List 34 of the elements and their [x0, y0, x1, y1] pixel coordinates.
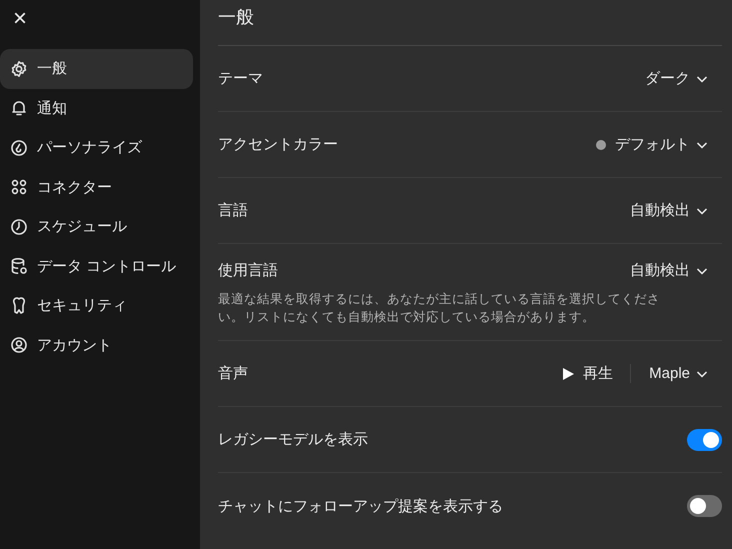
sidebar-item[interactable]: アカウント — [0, 326, 193, 365]
sidebar-item[interactable]: データ コントロール — [0, 246, 193, 286]
setting-label: 使用言語 — [218, 261, 278, 280]
clock-icon — [10, 138, 28, 157]
play-icon — [562, 366, 576, 380]
sidebar-item[interactable]: コネクター — [0, 168, 193, 207]
user-icon — [10, 336, 28, 354]
toggle-switch[interactable] — [687, 428, 722, 450]
sidebar-item[interactable]: パーソナライズ — [0, 128, 193, 168]
play-button[interactable]: 再生 — [562, 364, 632, 383]
dropdown-button[interactable]: デフォルト — [596, 135, 722, 154]
panel-title: 一般 — [218, 5, 722, 46]
setting-label: テーマ — [218, 69, 263, 88]
nodes-icon — [10, 178, 28, 196]
setting-label: 音声 — [218, 364, 248, 383]
dropdown-button[interactable]: Maple — [649, 365, 722, 382]
sidebar-item[interactable]: 一般 — [0, 49, 193, 88]
setting-label: レガシーモデルを表示 — [218, 430, 368, 449]
bell-icon — [10, 99, 28, 118]
dropdown-button[interactable]: 自動検出 — [630, 261, 722, 280]
sidebar-item[interactable]: スケジュール — [0, 207, 193, 246]
dropdown-button[interactable]: ダーク — [645, 69, 722, 88]
toggle-switch[interactable] — [687, 495, 722, 517]
clock-icon — [10, 218, 28, 236]
setting-label: 言語 — [218, 201, 248, 220]
help-text: 最適な結果を取得するには、あなたが主に話している言語を選択してください。リストになくても自動検出で対応している場合があります。 — [218, 291, 661, 326]
sidebar-item[interactable]: セキュリティ — [0, 286, 193, 326]
gear-icon — [10, 60, 28, 78]
database-icon — [10, 257, 28, 276]
close-button[interactable]: × — [10, 6, 30, 32]
setting-label: チャットにフォローアップ提案を表示する — [218, 496, 503, 516]
dropdown-button[interactable]: 自動検出 — [630, 201, 722, 220]
setting-label: アクセントカラー — [218, 135, 338, 154]
sidebar-item[interactable]: 通知 — [0, 88, 193, 128]
